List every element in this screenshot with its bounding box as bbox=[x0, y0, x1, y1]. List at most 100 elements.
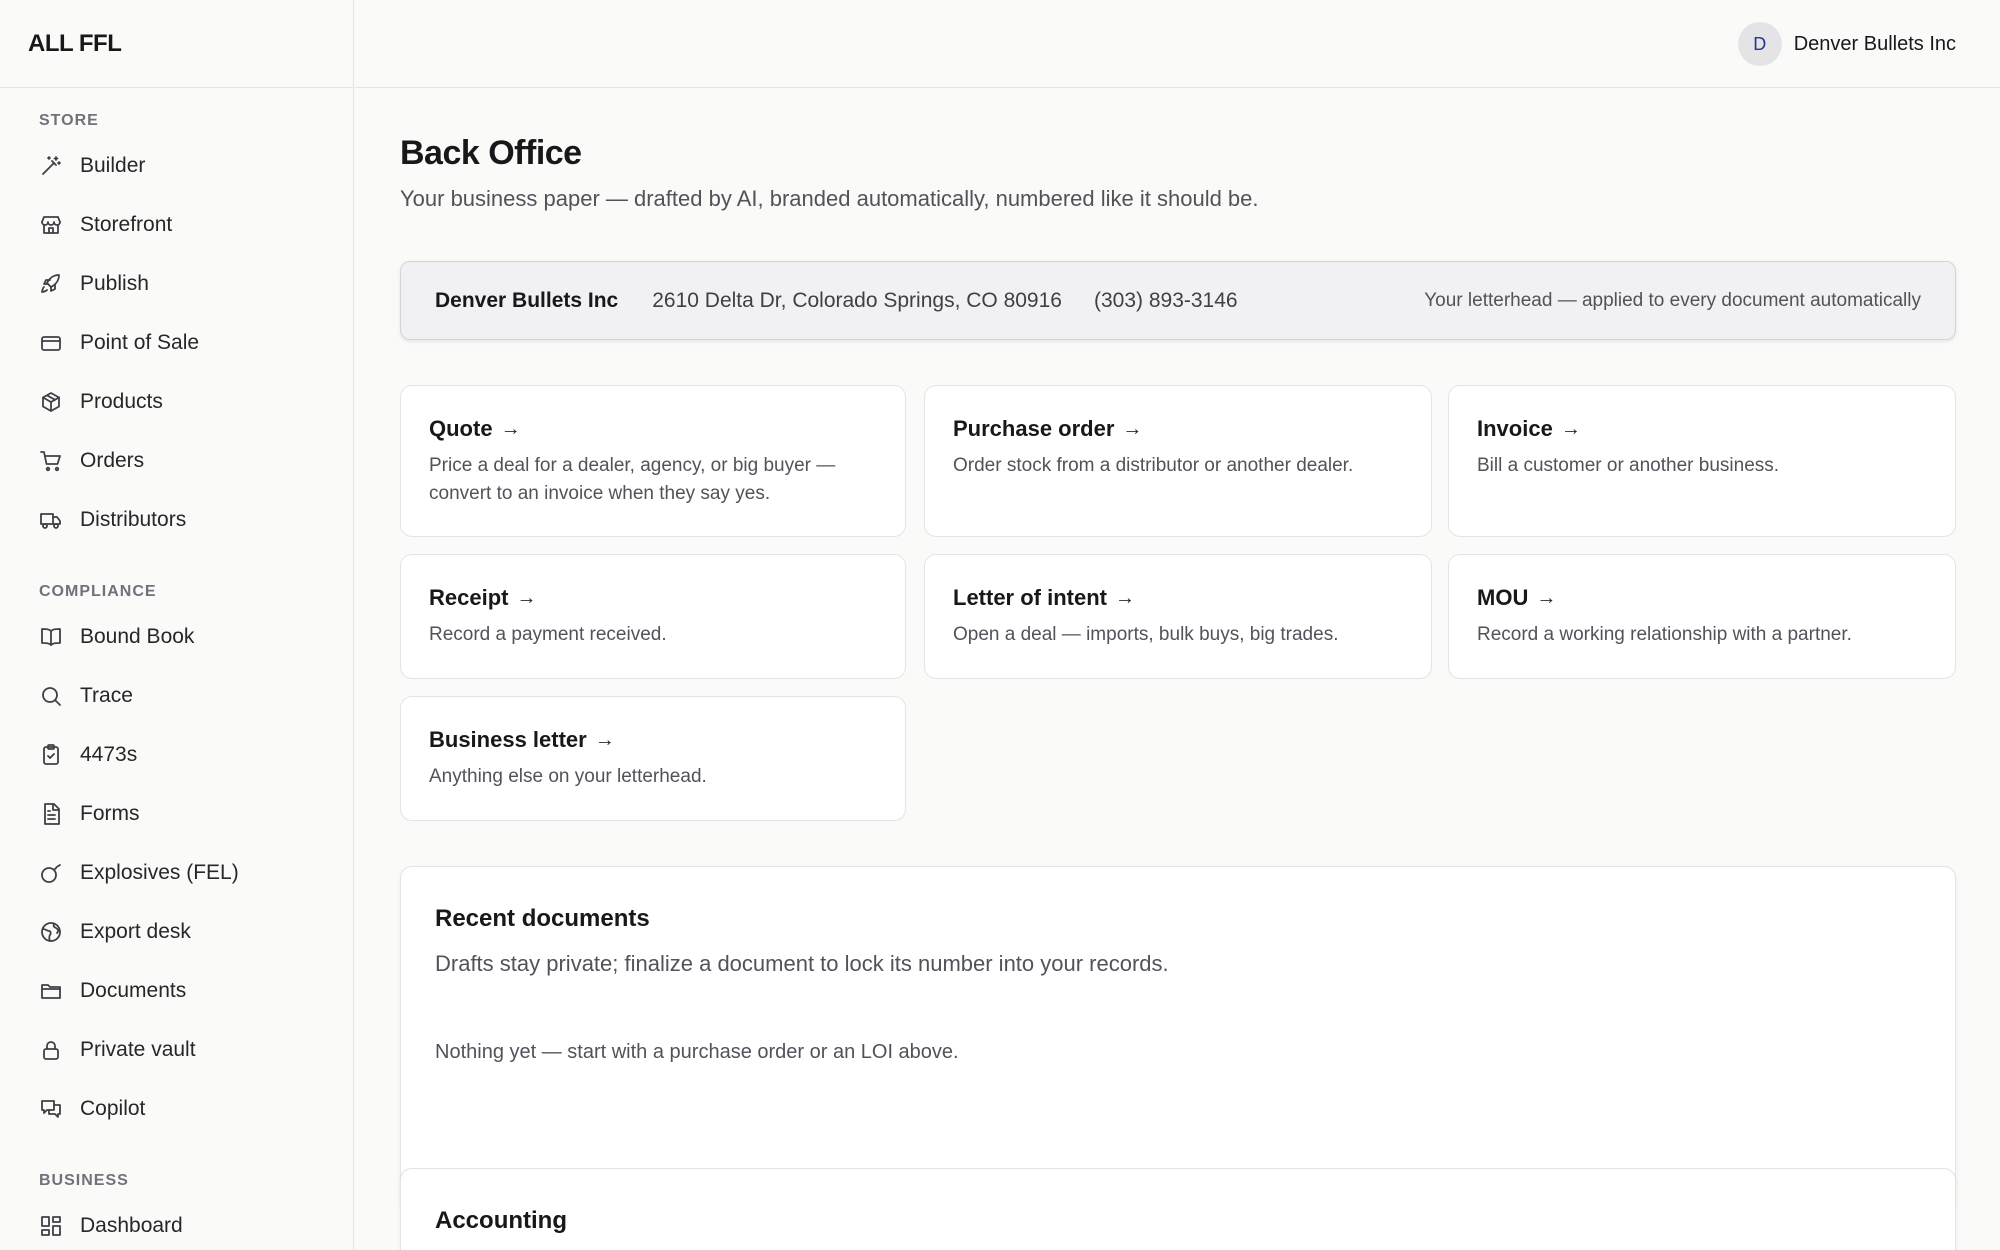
sidebar-item-products[interactable]: Products bbox=[0, 372, 353, 431]
user-name[interactable]: Denver Bullets Inc bbox=[1794, 33, 1956, 56]
book-icon bbox=[39, 625, 63, 649]
sidebar-item-label: Copilot bbox=[80, 1096, 146, 1120]
sidebar-item-4473s[interactable]: 4473s bbox=[0, 725, 353, 784]
card-description: Record a payment received. bbox=[429, 624, 667, 645]
arrow-right-icon: → bbox=[500, 417, 521, 440]
sidebar-item-distributors[interactable]: Distributors bbox=[0, 490, 353, 549]
magic-wand-icon bbox=[39, 154, 63, 178]
sidebar-item-label: Point of Sale bbox=[80, 330, 200, 354]
dashboard-icon bbox=[39, 1214, 63, 1238]
letterhead-phone: (303) 893-3146 bbox=[1093, 288, 1238, 312]
sidebar-item-label: Products bbox=[80, 389, 163, 413]
arrow-right-icon: → bbox=[1115, 586, 1135, 609]
top-bar: D Denver Bullets Inc bbox=[355, 0, 2000, 88]
doc-card-invoice[interactable]: Invoice → Bill a customer or another busi… bbox=[1448, 385, 1956, 537]
card-description: Record a working relationship with a par… bbox=[1477, 624, 1852, 645]
sidebar-item-label: Documents bbox=[80, 978, 187, 1002]
sidebar-item-private-vault[interactable]: Private vault bbox=[0, 1020, 353, 1079]
sidebar-item-publish[interactable]: Publish bbox=[0, 254, 353, 313]
sidebar-item-label: Publish bbox=[80, 271, 149, 295]
recent-documents-empty-state: Nothing yet — start with a purchase orde… bbox=[435, 1041, 959, 1063]
doc-card-business-letter[interactable]: Business letter → Anything else on your l… bbox=[400, 696, 906, 821]
card-title: Receipt bbox=[429, 585, 509, 610]
truck-icon bbox=[39, 508, 63, 532]
card-description: Anything else on your letterhead. bbox=[429, 766, 707, 787]
bomb-icon bbox=[39, 861, 63, 885]
lock-icon bbox=[39, 1038, 63, 1062]
arrow-right-icon: → bbox=[1536, 586, 1557, 609]
file-text-icon bbox=[39, 802, 63, 826]
letterhead-address: 2610 Delta Dr, Colorado Springs, CO 8091… bbox=[652, 288, 1062, 312]
card-title: Purchase order bbox=[953, 416, 1115, 441]
card-title: Invoice bbox=[1477, 416, 1553, 441]
sidebar-item-label: Distributors bbox=[80, 507, 187, 531]
sidebar-item-label: Dashboard bbox=[80, 1213, 183, 1237]
brand-logo[interactable]: ALL FFL bbox=[0, 0, 353, 88]
folder-icon bbox=[39, 979, 63, 1003]
sidebar-item-documents[interactable]: Documents bbox=[0, 961, 353, 1020]
recent-documents-title: Recent documents bbox=[435, 905, 650, 932]
doc-card-purchase-order[interactable]: Purchase order → Order stock from a distr… bbox=[924, 385, 1432, 537]
section-label-compliance: COMPLIANCE bbox=[39, 583, 157, 600]
arrow-right-icon: → bbox=[594, 728, 615, 751]
arrow-right-icon: → bbox=[516, 586, 537, 609]
clipboard-check-icon bbox=[39, 743, 63, 767]
card-description: Price a deal for a dealer, agency, or bi… bbox=[429, 455, 836, 504]
arrow-right-icon: → bbox=[1560, 417, 1581, 440]
section-label-store: STORE bbox=[39, 112, 99, 129]
doc-card-receipt[interactable]: Receipt → Record a payment received. bbox=[400, 554, 906, 679]
page-subtitle: Your business paper — drafted by AI, bra… bbox=[400, 186, 1259, 211]
card-description: Order stock from a distributor or anothe… bbox=[953, 455, 1354, 476]
search-icon bbox=[39, 684, 63, 708]
sidebar-item-builder[interactable]: Builder bbox=[0, 136, 353, 195]
chat-icon bbox=[39, 1097, 63, 1121]
arrow-right-icon: → bbox=[1122, 417, 1143, 440]
sidebar: ALL FFL STORE Builder Storefront Publish… bbox=[0, 0, 354, 1250]
sidebar-item-label: Builder bbox=[80, 153, 146, 177]
card-description: Open a deal — imports, bulk buys, big tr… bbox=[953, 624, 1339, 645]
sidebar-item-label: Export desk bbox=[80, 919, 191, 943]
credit-card-icon bbox=[39, 331, 63, 355]
avatar[interactable]: D bbox=[1737, 22, 1782, 66]
sidebar-item-label: Orders bbox=[80, 448, 145, 472]
sidebar-item-label: Explosives (FEL) bbox=[80, 860, 239, 884]
doc-card-quote[interactable]: Quote → Price a deal for a dealer, agency… bbox=[400, 385, 906, 537]
recent-documents-panel: Recent documents Drafts stay private; fi… bbox=[400, 866, 1956, 1212]
sidebar-item-explosives[interactable]: Explosives (FEL) bbox=[0, 843, 353, 902]
cart-icon bbox=[39, 449, 63, 473]
card-description: Bill a customer or another business. bbox=[1477, 455, 1780, 476]
sidebar-item-dashboard[interactable]: Dashboard bbox=[0, 1196, 353, 1250]
sidebar-item-trace[interactable]: Trace bbox=[0, 666, 353, 725]
sidebar-item-orders[interactable]: Orders bbox=[0, 431, 353, 490]
section-label-business: BUSINESS bbox=[39, 1172, 129, 1189]
card-title: Letter of intent bbox=[953, 585, 1107, 610]
letterhead-banner[interactable]: Denver Bullets Inc 2610 Delta Dr, Colora… bbox=[400, 261, 1956, 340]
sidebar-item-label: Trace bbox=[80, 683, 133, 707]
accounting-title: Accounting bbox=[435, 1207, 567, 1234]
sidebar-item-point-of-sale[interactable]: Point of Sale bbox=[0, 313, 353, 372]
sidebar-item-label: Bound Book bbox=[80, 624, 195, 648]
sidebar-item-copilot[interactable]: Copilot bbox=[0, 1079, 353, 1138]
sidebar-item-label: 4473s bbox=[80, 742, 138, 766]
sidebar-item-label: Storefront bbox=[80, 212, 173, 236]
recent-documents-subtitle: Drafts stay private; finalize a document… bbox=[435, 951, 1169, 976]
letterhead-company-name: Denver Bullets Inc bbox=[435, 288, 619, 312]
doc-card-letter-of-intent[interactable]: Letter of intent → Open a deal — imports,… bbox=[924, 554, 1432, 679]
sidebar-item-label: Forms bbox=[80, 801, 140, 825]
sidebar-item-storefront[interactable]: Storefront bbox=[0, 195, 353, 254]
user-menu[interactable]: D Denver Bullets Inc bbox=[1737, 22, 1956, 66]
sidebar-item-label: Private vault bbox=[80, 1037, 196, 1061]
sidebar-item-bound-book[interactable]: Bound Book bbox=[0, 607, 353, 666]
package-icon bbox=[39, 390, 63, 414]
letterhead-note: Your letterhead — applied to every docum… bbox=[1424, 289, 1921, 311]
sidebar-item-forms[interactable]: Forms bbox=[0, 784, 353, 843]
rocket-icon bbox=[39, 272, 63, 296]
globe-icon bbox=[39, 920, 63, 944]
page-title: Back Office bbox=[400, 134, 582, 172]
card-title: Quote bbox=[429, 416, 493, 441]
doc-card-mou[interactable]: MOU → Record a working relationship with … bbox=[1448, 554, 1956, 679]
accounting-panel: Accounting bbox=[400, 1168, 1956, 1250]
card-title: MOU bbox=[1477, 585, 1529, 610]
sidebar-item-export-desk[interactable]: Export desk bbox=[0, 902, 353, 961]
card-title: Business letter bbox=[429, 727, 587, 752]
